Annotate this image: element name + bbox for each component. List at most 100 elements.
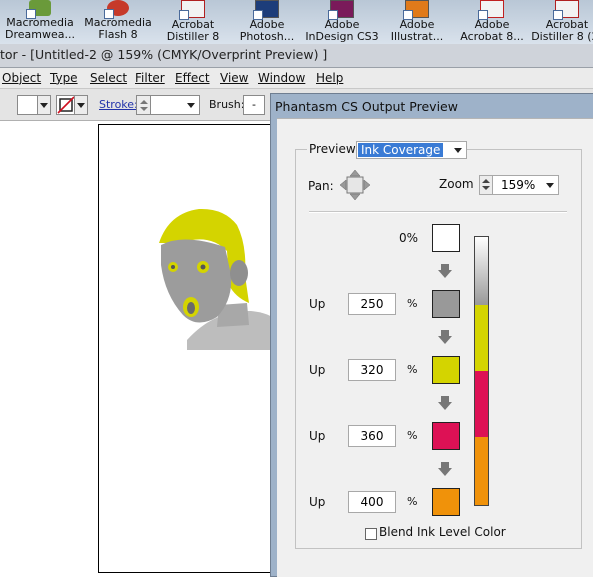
- menu-select[interactable]: Select: [90, 71, 127, 85]
- artboard[interactable]: [98, 124, 280, 573]
- percent-sign: %: [407, 495, 418, 508]
- desktop-icon-label: Dreamwea...: [5, 29, 75, 41]
- level-2-color-swatch[interactable]: [432, 356, 460, 384]
- chevron-down-icon: [482, 186, 490, 190]
- level-1-value-field[interactable]: 250: [348, 293, 396, 315]
- chevron-up-icon: [140, 100, 148, 104]
- brush-value: -: [252, 98, 256, 111]
- photoshop-app-icon: [253, 0, 279, 20]
- blend-ink-level-label: Blend Ink Level Color: [379, 525, 506, 539]
- ink-level-bar-gradient: [475, 237, 488, 305]
- desktop-icon-label: Distiller 8: [166, 31, 220, 43]
- desktop-icon-indesign[interactable]: Adobe InDesign CS3: [302, 0, 382, 43]
- desktop-icon-distiller[interactable]: Acrobat Distiller 8: [153, 0, 233, 43]
- level-2-value-field[interactable]: 320: [348, 359, 396, 381]
- desktop-icon-strip: Macromedia Dreamwea... Macromedia Flash …: [0, 0, 593, 44]
- menu-effect[interactable]: Effect: [175, 71, 210, 85]
- chevron-down-icon: [546, 183, 554, 188]
- level-1-label: Up: [309, 297, 326, 311]
- level-2-label: Up: [309, 363, 326, 377]
- level-3-value-field[interactable]: 360: [348, 425, 396, 447]
- pan-label: Pan:: [308, 179, 334, 193]
- zoom-select[interactable]: 159%: [492, 175, 559, 195]
- chevron-down-icon: [40, 103, 48, 108]
- menu-view[interactable]: View: [220, 71, 248, 85]
- desktop-icon-distiller-2[interactable]: Acrobat Distiller 8 (2): [527, 0, 593, 43]
- desktop-icon-flash[interactable]: Macromedia Flash 8: [78, 0, 158, 41]
- flash-app-icon: [104, 0, 129, 19]
- zoom-label: Zoom: [439, 177, 474, 191]
- base-color-swatch[interactable]: [432, 224, 460, 252]
- desktop-icon-label: InDesign CS3: [305, 31, 379, 43]
- preview-select[interactable]: Ink Coverage: [356, 141, 467, 159]
- pan-control[interactable]: [339, 169, 371, 201]
- level-3-color-swatch[interactable]: [432, 422, 460, 450]
- separator: [309, 211, 567, 213]
- stroke-color-swatch[interactable]: [56, 95, 76, 115]
- desktop-icon-illustrator[interactable]: Adobe Illustrat...: [377, 0, 457, 43]
- chevron-down-icon: [140, 107, 148, 111]
- blend-ink-level-checkbox[interactable]: [365, 528, 377, 540]
- percent-sign: %: [407, 297, 418, 310]
- level-4-color-swatch[interactable]: [432, 488, 460, 516]
- ink-level-bar-segment-2: [475, 371, 488, 437]
- pan-arrows-icon: [339, 169, 371, 201]
- zoom-stepper[interactable]: [479, 175, 493, 195]
- window-title-bar[interactable]: tor - [Untitled-2 @ 159% (CMYK/Overprint…: [0, 44, 593, 68]
- acrobat-app-icon: [478, 0, 504, 20]
- dialog-title: Phantasm CS Output Preview: [275, 99, 458, 114]
- desktop-icon-label: Adobe: [324, 19, 360, 31]
- level-4-value: 400: [360, 495, 384, 509]
- desktop-icon-label: Acrobat 8...: [460, 31, 524, 43]
- zoom-value: 159%: [501, 178, 536, 192]
- level-1-value: 250: [360, 297, 384, 311]
- menu-bar: Object Type Select Filter Effect View Wi…: [0, 68, 593, 89]
- dreamweaver-app-icon: [26, 0, 51, 19]
- desktop-icon-dreamweaver[interactable]: Macromedia Dreamwea...: [0, 0, 80, 41]
- menu-object[interactable]: Object: [2, 71, 41, 85]
- illustrator-app-icon: [403, 0, 429, 20]
- menu-type[interactable]: Type: [50, 71, 78, 85]
- output-preview-dialog: Phantasm CS Output Preview Preview: Ink …: [270, 93, 593, 577]
- level-2-value: 320: [360, 363, 384, 377]
- percent-sign: %: [407, 429, 418, 442]
- preview-label: Preview:: [307, 142, 362, 156]
- distiller-app-icon: [553, 0, 579, 20]
- window-title: tor - [Untitled-2 @ 159% (CMYK/Overprint…: [0, 47, 328, 62]
- desktop-icon-label: Distiller 8 (2): [531, 31, 593, 43]
- ink-level-bar-segment-3: [475, 437, 488, 505]
- arrow-down-icon: [438, 462, 452, 476]
- brush-select[interactable]: -: [243, 95, 265, 115]
- menu-window[interactable]: Window: [258, 71, 305, 85]
- stroke-dropdown-button[interactable]: [74, 95, 88, 115]
- fill-dropdown-button[interactable]: [37, 95, 51, 115]
- desktop-icon-photoshop[interactable]: Adobe Photosh...: [227, 0, 307, 43]
- preview-select-value: Ink Coverage: [358, 143, 444, 157]
- desktop-icon-label: Flash 8: [98, 29, 138, 41]
- chevron-down-icon: [187, 103, 195, 108]
- ink-coverage-artwork: [159, 208, 279, 350]
- menu-help[interactable]: Help: [316, 71, 343, 85]
- chevron-down-icon: [454, 148, 462, 153]
- indesign-app-icon: [328, 0, 354, 20]
- stroke-label[interactable]: Stroke:: [99, 98, 138, 111]
- distiller-app-icon: [179, 0, 205, 20]
- desktop-icon-label: Adobe: [249, 19, 285, 31]
- level-3-value: 360: [360, 429, 384, 443]
- dialog-panel: Preview: Ink Coverage Pan: Zoom 159% 0% …: [277, 118, 593, 577]
- desktop-icon-label: Adobe: [399, 19, 435, 31]
- level-1-color-swatch[interactable]: [432, 290, 460, 318]
- arrow-down-icon: [438, 330, 452, 344]
- desktop-icon-acrobat[interactable]: Adobe Acrobat 8...: [452, 0, 532, 43]
- level-4-label: Up: [309, 495, 326, 509]
- menu-filter[interactable]: Filter: [135, 71, 165, 85]
- ink-level-bar: [474, 236, 489, 506]
- fill-color-swatch[interactable]: [17, 95, 39, 115]
- desktop-icon-label: Macromedia: [6, 17, 74, 29]
- ink-level-bar-segment-1: [475, 305, 488, 371]
- level-4-value-field[interactable]: 400: [348, 491, 396, 513]
- desktop-icon-label: Acrobat: [171, 19, 215, 31]
- desktop-icon-label: Acrobat: [545, 19, 589, 31]
- percent-sign: %: [407, 363, 418, 376]
- stroke-weight-field[interactable]: [150, 95, 200, 115]
